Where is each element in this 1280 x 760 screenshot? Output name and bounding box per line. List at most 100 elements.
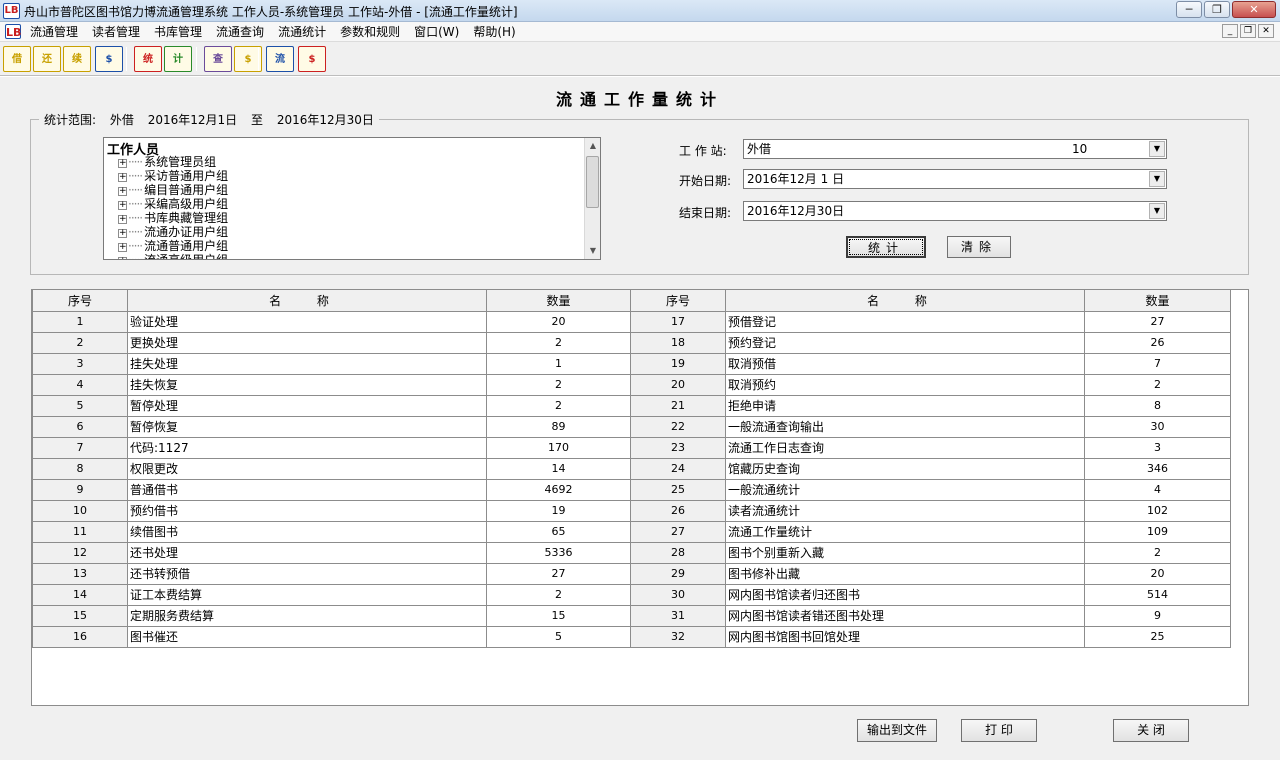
mdi-restore-button[interactable]: ❐ xyxy=(1240,24,1256,38)
grid-cell-n1[interactable]: 9 xyxy=(32,478,128,501)
expand-plus-icon[interactable]: + xyxy=(118,229,127,238)
grid-cell-q2[interactable]: 26 xyxy=(1084,331,1231,354)
close-button[interactable]: 关 闭 xyxy=(1113,719,1189,742)
grid-cell-q1[interactable]: 14 xyxy=(486,457,631,480)
grid-cell-n1[interactable]: 8 xyxy=(32,457,128,480)
grid-cell-name2[interactable]: 读者流通统计 xyxy=(725,499,1085,522)
table-row[interactable]: 6 暂停恢复 89 22 一般流通查询输出 30 xyxy=(32,415,1231,438)
clear-button[interactable]: 清除 xyxy=(947,236,1011,258)
toolbar-button-1-icon[interactable]: 还 xyxy=(33,46,61,72)
grid-cell-q2[interactable]: 9 xyxy=(1084,604,1231,627)
stats-grid[interactable]: 序号名 称数量 序号名 称数量 1 验证处理 20 17 预借登记 27 2 更换处理 2 18 预约… xyxy=(31,289,1249,706)
grid-cell-name1[interactable]: 代码:1127 xyxy=(127,436,487,459)
grid-cell-q1[interactable]: 2 xyxy=(486,331,631,354)
grid-cell-n1[interactable]: 7 xyxy=(32,436,128,459)
grid-cell-n2[interactable]: 22 xyxy=(630,415,726,438)
grid-cell-q2[interactable]: 514 xyxy=(1084,583,1231,606)
grid-cell-name2[interactable]: 一般流通统计 xyxy=(725,478,1085,501)
tree-node[interactable]: +····· 流通办证用户组 xyxy=(118,225,228,239)
grid-cell-name1[interactable]: 证工本费结算 xyxy=(127,583,487,606)
export-to-file-button[interactable]: 输出到文件 xyxy=(857,719,937,742)
grid-cell-n2[interactable]: 26 xyxy=(630,499,726,522)
grid-header-2[interactable]: 数量 xyxy=(486,290,631,312)
grid-cell-n2[interactable]: 28 xyxy=(630,541,726,564)
grid-cell-name2[interactable]: 网内图书馆图书回馆处理 xyxy=(725,625,1085,648)
toolbar-button-9-icon[interactable]: $ xyxy=(298,46,326,72)
table-row[interactable]: 15 定期服务费结算 15 31 网内图书馆读者错还图书处理 9 xyxy=(32,604,1231,627)
menu-item-5[interactable]: 参数和规则 xyxy=(340,24,400,40)
toolbar-button-3-icon[interactable]: $ xyxy=(95,46,123,72)
grid-cell-q1[interactable]: 5336 xyxy=(486,541,631,564)
grid-cell-name2[interactable]: 流通工作日志查询 xyxy=(725,436,1085,459)
tree-node[interactable]: +·····流通高级用户组 xyxy=(118,253,228,259)
tree-node[interactable]: +····· 采编高级用户组 xyxy=(118,197,228,211)
expand-plus-icon[interactable]: + xyxy=(118,243,127,252)
menu-item-2[interactable]: 书库管理 xyxy=(154,24,202,40)
grid-cell-n1[interactable]: 1 xyxy=(32,310,128,333)
toolbar-button-4-icon[interactable]: 统 xyxy=(134,46,162,72)
scroll-down-icon[interactable]: ▼ xyxy=(585,243,600,259)
grid-cell-name1[interactable]: 更换处理 xyxy=(127,331,487,354)
grid-cell-name2[interactable]: 一般流通查询输出 xyxy=(725,415,1085,438)
grid-cell-q1[interactable]: 15 xyxy=(486,604,631,627)
table-row[interactable]: 7 代码:1127 170 23 流通工作日志查询 3 xyxy=(32,436,1231,459)
grid-header-0[interactable]: 序号 xyxy=(32,290,128,312)
grid-cell-name1[interactable]: 权限更改 xyxy=(127,457,487,480)
table-row[interactable]: 16 图书催还 5 32 网内图书馆图书回馆处理 25 xyxy=(32,625,1231,648)
grid-header-4[interactable]: 名 称 xyxy=(725,290,1085,312)
grid-cell-q1[interactable]: 2 xyxy=(486,373,631,396)
grid-header-3[interactable]: 序号 xyxy=(630,290,726,312)
grid-cell-name2[interactable]: 预约登记 xyxy=(725,331,1085,354)
grid-cell-q1[interactable]: 1 xyxy=(486,352,631,375)
grid-cell-q2[interactable]: 346 xyxy=(1084,457,1231,480)
grid-cell-q1[interactable]: 27 xyxy=(486,562,631,585)
grid-cell-name1[interactable]: 图书催还 xyxy=(127,625,487,648)
grid-cell-q1[interactable]: 2 xyxy=(486,583,631,606)
grid-cell-n1[interactable]: 14 xyxy=(32,583,128,606)
grid-cell-q2[interactable]: 8 xyxy=(1084,394,1231,417)
grid-cell-n1[interactable]: 5 xyxy=(32,394,128,417)
grid-cell-q2[interactable]: 2 xyxy=(1084,373,1231,396)
expand-plus-icon[interactable]: + xyxy=(118,257,127,259)
grid-cell-q1[interactable]: 4692 xyxy=(486,478,631,501)
table-row[interactable]: 1 验证处理 20 17 预借登记 27 xyxy=(32,310,1231,333)
close-window-button[interactable]: ✕ xyxy=(1232,1,1276,18)
grid-cell-q1[interactable]: 19 xyxy=(486,499,631,522)
grid-cell-name2[interactable]: 馆藏历史查询 xyxy=(725,457,1085,480)
grid-cell-q2[interactable]: 102 xyxy=(1084,499,1231,522)
grid-cell-name2[interactable]: 取消预借 xyxy=(725,352,1085,375)
grid-cell-name1[interactable]: 暂停恢复 xyxy=(127,415,487,438)
table-row[interactable]: 10 预约借书 19 26 读者流通统计 102 xyxy=(32,499,1231,522)
tree-node[interactable]: +····· 系统管理员组 xyxy=(118,155,216,169)
grid-cell-q1[interactable]: 2 xyxy=(486,394,631,417)
tree-node[interactable]: +····· 书库典藏管理组 xyxy=(118,211,228,225)
menu-item-4[interactable]: 流通统计 xyxy=(278,24,326,40)
tree-scrollbar[interactable]: ▲ ▼ xyxy=(584,138,600,259)
toolbar-button-6-icon[interactable]: 查 xyxy=(204,46,232,72)
station-select[interactable]: 外借 10 ▼ xyxy=(743,139,1167,159)
minimize-button[interactable]: ─ xyxy=(1176,1,1202,18)
grid-cell-n1[interactable]: 11 xyxy=(32,520,128,543)
grid-cell-name2[interactable]: 预借登记 xyxy=(725,310,1085,333)
grid-cell-name1[interactable]: 验证处理 xyxy=(127,310,487,333)
stat-button[interactable]: 统计 xyxy=(846,236,926,258)
grid-cell-name2[interactable]: 图书个别重新入藏 xyxy=(725,541,1085,564)
print-button[interactable]: 打 印 xyxy=(961,719,1037,742)
grid-cell-n2[interactable]: 24 xyxy=(630,457,726,480)
table-row[interactable]: 11 续借图书 65 27 流通工作量统计 109 xyxy=(32,520,1231,543)
grid-cell-n1[interactable]: 13 xyxy=(32,562,128,585)
grid-cell-q2[interactable]: 20 xyxy=(1084,562,1231,585)
grid-cell-name2[interactable]: 取消预约 xyxy=(725,373,1085,396)
expand-plus-icon[interactable]: + xyxy=(118,187,127,196)
grid-cell-n2[interactable]: 30 xyxy=(630,583,726,606)
grid-cell-n1[interactable]: 3 xyxy=(32,352,128,375)
grid-cell-n1[interactable]: 10 xyxy=(32,499,128,522)
table-row[interactable]: 12 还书处理 5336 28 图书个别重新入藏 2 xyxy=(32,541,1231,564)
table-row[interactable]: 3 挂失处理 1 19 取消预借 7 xyxy=(32,352,1231,375)
menu-item-3[interactable]: 流通查询 xyxy=(216,24,264,40)
chevron-down-icon[interactable]: ▼ xyxy=(1149,203,1165,219)
grid-cell-n1[interactable]: 12 xyxy=(32,541,128,564)
grid-cell-q2[interactable]: 109 xyxy=(1084,520,1231,543)
grid-cell-name1[interactable]: 还书转预借 xyxy=(127,562,487,585)
grid-cell-name1[interactable]: 预约借书 xyxy=(127,499,487,522)
